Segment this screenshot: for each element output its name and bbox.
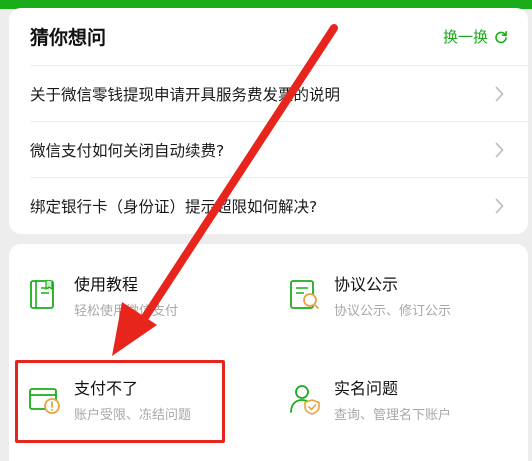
annotation-arrow: [112, 24, 338, 356]
